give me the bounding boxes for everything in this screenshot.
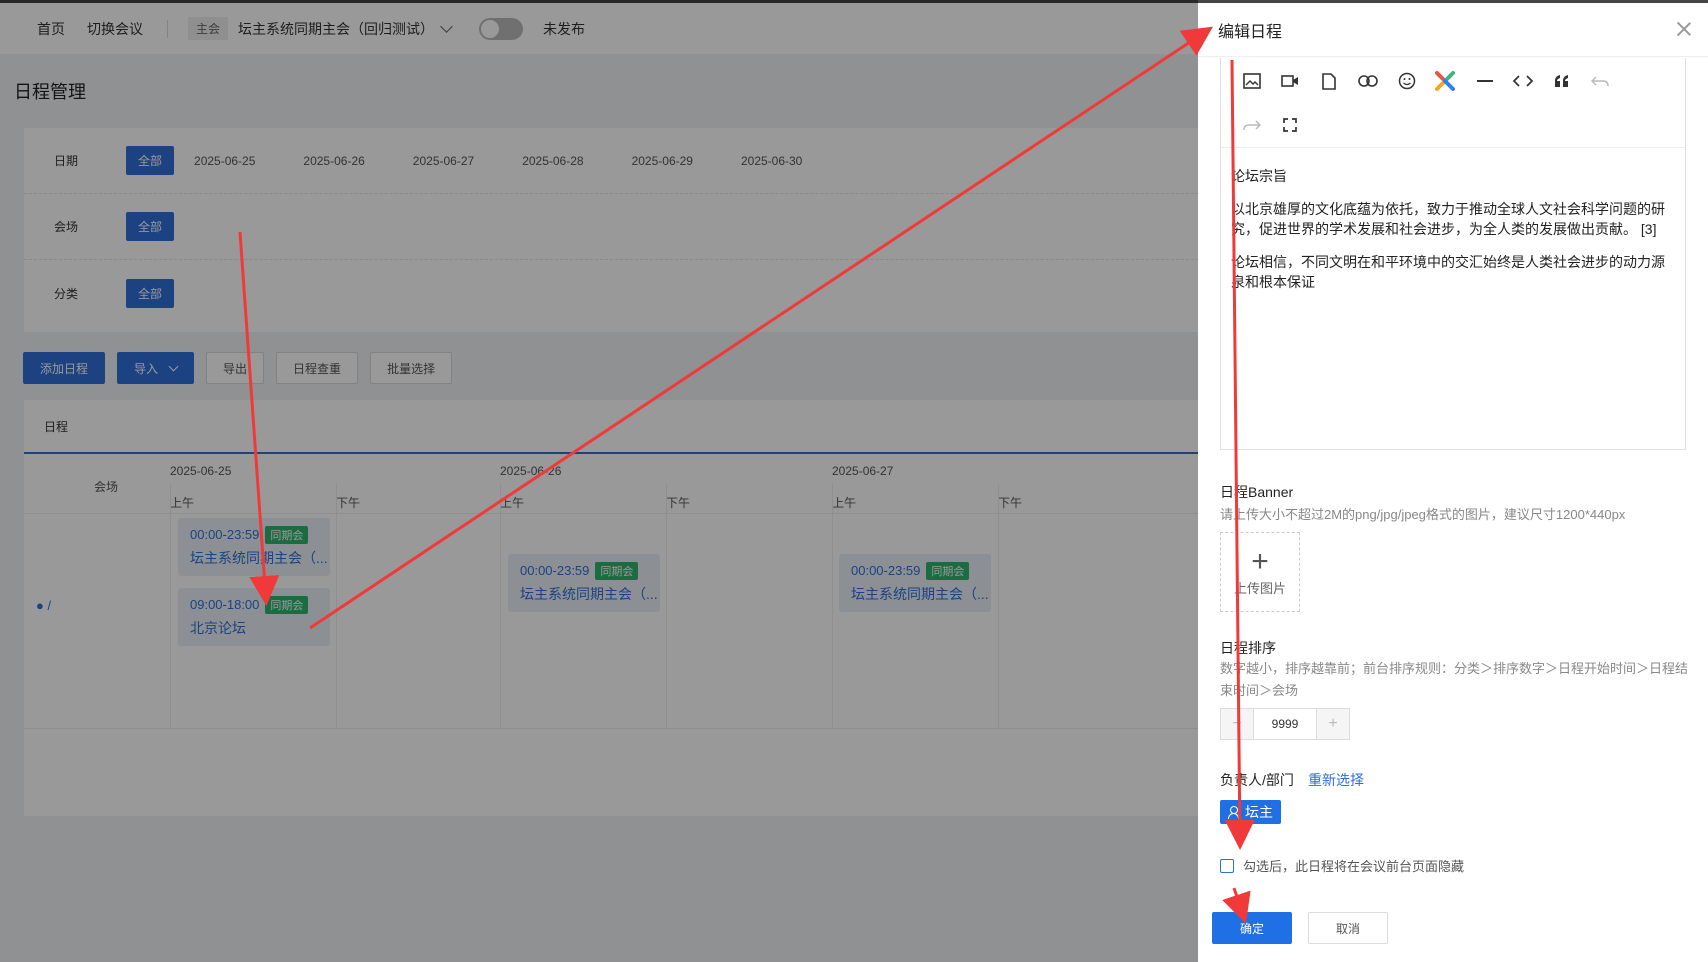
sort-value[interactable]: 9999	[1253, 709, 1317, 739]
confirm-button[interactable]: 确定	[1212, 912, 1292, 944]
rich-text-editor[interactable]: 论坛宗旨 以北京雄厚的文化底蕴为依托，致力于推动全球人文社会科学问题的研究，促进…	[1220, 58, 1686, 450]
close-icon[interactable]	[1676, 21, 1692, 37]
video-icon[interactable]	[1279, 70, 1301, 92]
drawer-header: 编辑日程	[1198, 0, 1708, 57]
increment-button[interactable]: +	[1317, 709, 1349, 739]
undo-icon[interactable]	[1589, 70, 1611, 92]
sort-hint: 数字越小，排序越靠前；前台排序规则：分类＞排序数字＞日程开始时间＞日程结束时间＞…	[1220, 661, 1689, 698]
sort-label: 日程排序	[1220, 640, 1276, 656]
drawer-title: 编辑日程	[1218, 24, 1283, 41]
content-heading: 论坛宗旨	[1231, 168, 1287, 184]
file-icon[interactable]	[1318, 70, 1340, 92]
plugin-icon[interactable]	[1434, 70, 1456, 92]
banner-hint: 请上传大小不超过2M的png/jpg/jpeg格式的图片，建议尺寸1200*44…	[1220, 507, 1626, 522]
link-icon[interactable]	[1357, 70, 1379, 92]
owner-name: 坛主	[1245, 804, 1273, 820]
reselect-link[interactable]: 重新选择	[1308, 770, 1364, 790]
banner-label: 日程Banner	[1220, 484, 1294, 500]
upload-label: 上传图片	[1233, 580, 1286, 596]
hide-schedule-checkbox[interactable]: 勾选后，此日程将在会议前台页面隐藏	[1220, 856, 1464, 875]
emoji-icon[interactable]	[1396, 70, 1418, 92]
decrement-button[interactable]: −	[1221, 709, 1253, 739]
person-icon	[1228, 806, 1239, 819]
hide-schedule-label: 勾选后，此日程将在会议前台页面隐藏	[1243, 859, 1465, 874]
fullscreen-icon[interactable]	[1279, 114, 1301, 136]
owner-label: 负责人/部门	[1220, 772, 1294, 788]
edit-schedule-drawer: 编辑日程 论坛宗旨 以北京雄厚的文化底蕴为依托，致力于推动全球人文社会科学问题的…	[1198, 0, 1708, 962]
sort-stepper[interactable]: − 9999 +	[1220, 708, 1350, 740]
plus-icon: +	[1251, 544, 1269, 578]
owner-tag: 坛主	[1220, 800, 1281, 824]
content-paragraph: 论坛相信，不同文明在和平环境中的交汇始终是人类社会进步的动力源泉和根本保证	[1231, 254, 1665, 290]
cancel-button[interactable]: 取消	[1308, 912, 1388, 944]
editor-content[interactable]: 论坛宗旨 以北京雄厚的文化底蕴为依托，致力于推动全球人文社会科学问题的研究，促进…	[1231, 166, 1671, 305]
upload-image-button[interactable]: + 上传图片	[1220, 532, 1300, 612]
divider-icon[interactable]	[1474, 70, 1496, 92]
quote-icon[interactable]	[1551, 70, 1573, 92]
checkbox[interactable]	[1220, 858, 1234, 873]
code-icon[interactable]	[1512, 70, 1534, 92]
image-icon[interactable]	[1241, 70, 1263, 92]
redo-icon[interactable]	[1241, 114, 1263, 136]
content-paragraph: 以北京雄厚的文化底蕴为依托，致力于推动全球人文社会科学问题的研究，促进世界的学术…	[1231, 201, 1665, 237]
editor-toolbar	[1221, 58, 1685, 148]
